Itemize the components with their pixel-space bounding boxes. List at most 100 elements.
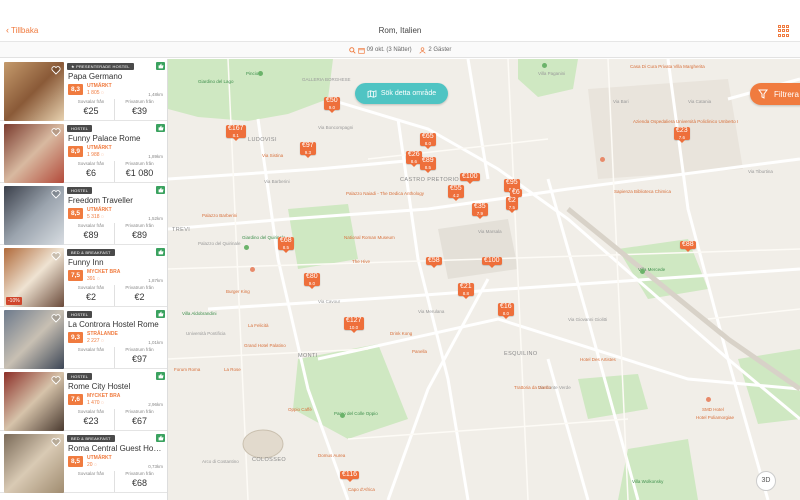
thumbs-up-icon xyxy=(156,434,165,442)
hostel-photo[interactable] xyxy=(4,124,64,183)
dorm-price: €25 xyxy=(83,106,99,116)
price-pin[interactable]: €100 xyxy=(460,173,480,184)
map-label: Grand Hotel Palatino xyxy=(244,343,286,348)
dorm-price-label: Sovsalar från xyxy=(77,161,105,166)
hostel-list[interactable]: ★ PRESENTERADE HOSTEL Papa Germano 8,3 U… xyxy=(0,59,168,500)
hostel-card[interactable]: HOSTEL Rome City Hostel 7,6 MYCKET BRA 1… xyxy=(0,369,167,431)
heart-icon[interactable] xyxy=(51,65,61,75)
status-bar xyxy=(0,0,800,20)
map-label: Palazzo Naiadi - The Dedica Anthology xyxy=(346,191,424,196)
review-count: 1 988 ◌ xyxy=(87,152,104,158)
price-pin[interactable]: €100 xyxy=(482,257,502,268)
hostel-card[interactable]: HOSTEL Funny Palace Rome 8,9 UTMÄRKT 1 9… xyxy=(0,121,167,183)
price-pin[interactable]: €65 8.0 xyxy=(420,133,436,149)
page-title: Rom, Italien xyxy=(378,26,422,35)
hostel-photo[interactable] xyxy=(4,434,64,493)
hostel-card[interactable]: ★ PRESENTERADE HOSTEL Papa Germano 8,3 U… xyxy=(0,59,167,121)
property-type-tag: BED & BREAKFAST xyxy=(67,435,115,442)
heart-icon[interactable] xyxy=(51,313,61,323)
rating-label: MYCKET BRA xyxy=(87,269,121,275)
pin-price: €97 xyxy=(302,142,314,149)
hostel-name[interactable]: Papa Germano xyxy=(68,72,164,81)
dorm-price-box[interactable]: Sovsalar från €2 xyxy=(68,285,115,306)
price-pin[interactable]: €21 8.8 xyxy=(458,283,474,299)
price-pin[interactable]: €50 9.0 xyxy=(324,97,340,113)
price-pin[interactable]: €35 7.9 xyxy=(472,203,488,219)
private-price-box[interactable]: Privatrum från €2 xyxy=(116,285,163,306)
map-label: Drink Kong xyxy=(390,331,413,336)
hostel-photo[interactable]: -10% xyxy=(4,248,64,307)
map-label: Via Marsala xyxy=(478,229,502,234)
pin-price: €116 xyxy=(342,471,358,478)
hostel-card[interactable]: BED & BREAKFAST Roma Central Guest Hou… … xyxy=(0,431,167,493)
map-label: Via Cavour xyxy=(318,299,341,304)
heart-icon[interactable] xyxy=(51,437,61,447)
park-poi xyxy=(244,245,249,250)
property-type-tag: HOSTEL xyxy=(67,373,93,380)
price-pin[interactable]: €16 8.0 xyxy=(498,303,514,319)
hostel-name[interactable]: Funny Inn xyxy=(68,258,164,267)
heart-icon[interactable] xyxy=(51,189,61,199)
dorm-price-label: Sovsalar från xyxy=(77,409,105,414)
price-pin[interactable]: €2 7.5 xyxy=(506,197,518,213)
place-poi xyxy=(706,397,711,402)
price-pin[interactable]: €6 xyxy=(510,189,522,200)
private-price-box[interactable]: Privatrum från €89 xyxy=(116,223,163,244)
comment-icon: ◌ xyxy=(100,90,104,96)
price-pin[interactable]: €58 xyxy=(426,257,442,268)
search-area-button[interactable]: Sök detta område xyxy=(355,83,448,104)
hostel-card[interactable]: HOSTEL Freedom Traveller 8,5 UTMÄRKT 5 3… xyxy=(0,183,167,245)
hostel-name[interactable]: Funny Palace Rome xyxy=(68,134,164,143)
filter-button[interactable]: Filtrera xyxy=(750,83,800,105)
map-view[interactable]: GALLERIA BORGHESE Giardino del Lago Pinc… xyxy=(168,59,800,500)
heart-icon[interactable] xyxy=(51,375,61,385)
hostel-card[interactable]: HOSTEL La Controra Hostel Rome 9,3 STRÅL… xyxy=(0,307,167,369)
grid-view-icon[interactable] xyxy=(778,25,790,37)
price-pin[interactable]: €23 7.6 xyxy=(674,127,690,143)
price-pin[interactable]: €167 8.1 xyxy=(226,125,246,141)
map-label: Domus Aurea xyxy=(318,453,346,458)
heart-icon[interactable] xyxy=(51,127,61,137)
hostel-name[interactable]: Freedom Traveller xyxy=(68,196,164,205)
hostel-photo[interactable] xyxy=(4,310,64,369)
dorm-price-box[interactable]: Sovsalar från €6 xyxy=(68,161,115,182)
price-pin[interactable]: €68 8.5 xyxy=(278,237,294,253)
guests-segment[interactable]: 2 Gäster xyxy=(419,42,451,58)
search-summary-bar[interactable]: 09 okt. (3 Nätter) 2 Gäster xyxy=(0,42,800,58)
hostel-card[interactable]: -10% BED & BREAKFAST Funny Inn 7,5 MYCKE… xyxy=(0,245,167,307)
map-label: La Felicità xyxy=(248,323,269,328)
hostel-photo[interactable] xyxy=(4,62,64,121)
3d-toggle-button[interactable]: 3D xyxy=(756,471,776,491)
private-price-box[interactable]: Privatrum från €68 xyxy=(116,471,163,492)
pin-price: €50 xyxy=(326,97,338,104)
hostel-name[interactable]: Roma Central Guest Hou… xyxy=(68,444,164,453)
dorm-price-box[interactable]: Sovsalar från €89 xyxy=(68,223,115,244)
map-label: Via Tiburtina xyxy=(748,169,773,174)
dorm-price: €89 xyxy=(83,230,99,240)
price-pin[interactable]: €88 xyxy=(680,241,696,252)
calendar-icon xyxy=(357,47,365,54)
price-pin[interactable]: €116 xyxy=(340,471,360,482)
dates-segment[interactable]: 09 okt. (3 Nätter) xyxy=(348,42,412,58)
rating-label: UTMÄRKT xyxy=(87,145,112,151)
dorm-price-box[interactable]: Sovsalar från xyxy=(68,471,115,492)
hostel-name[interactable]: La Controra Hostel Rome xyxy=(68,320,164,329)
hostel-photo[interactable] xyxy=(4,372,64,431)
private-price-box[interactable]: Privatrum från €39 xyxy=(116,99,163,120)
price-pin[interactable]: €89 8.5 xyxy=(420,157,436,173)
private-price-box[interactable]: Privatrum från €1 080 xyxy=(116,161,163,182)
dorm-price-label: Sovsalar från xyxy=(77,471,105,476)
dorm-price-box[interactable]: Sovsalar från €25 xyxy=(68,99,115,120)
map-label: Via Barberini xyxy=(264,179,290,184)
hostel-name[interactable]: Rome City Hostel xyxy=(68,382,164,391)
dorm-price-box[interactable]: Sovsalar från €23 xyxy=(68,409,115,430)
private-price-box[interactable]: Privatrum från €97 xyxy=(116,347,163,368)
price-pin[interactable]: €55 4.2 xyxy=(448,185,464,201)
private-price-box[interactable]: Privatrum från €67 xyxy=(116,409,163,430)
hostel-photo[interactable] xyxy=(4,186,64,245)
price-pin[interactable]: €97 9.3 xyxy=(300,142,316,158)
price-pin[interactable]: €80 9.0 xyxy=(304,273,320,289)
dorm-price-box[interactable]: Sovsalar från xyxy=(68,347,115,368)
heart-icon[interactable] xyxy=(51,251,61,261)
price-pin[interactable]: €127 10.0 xyxy=(344,317,364,333)
